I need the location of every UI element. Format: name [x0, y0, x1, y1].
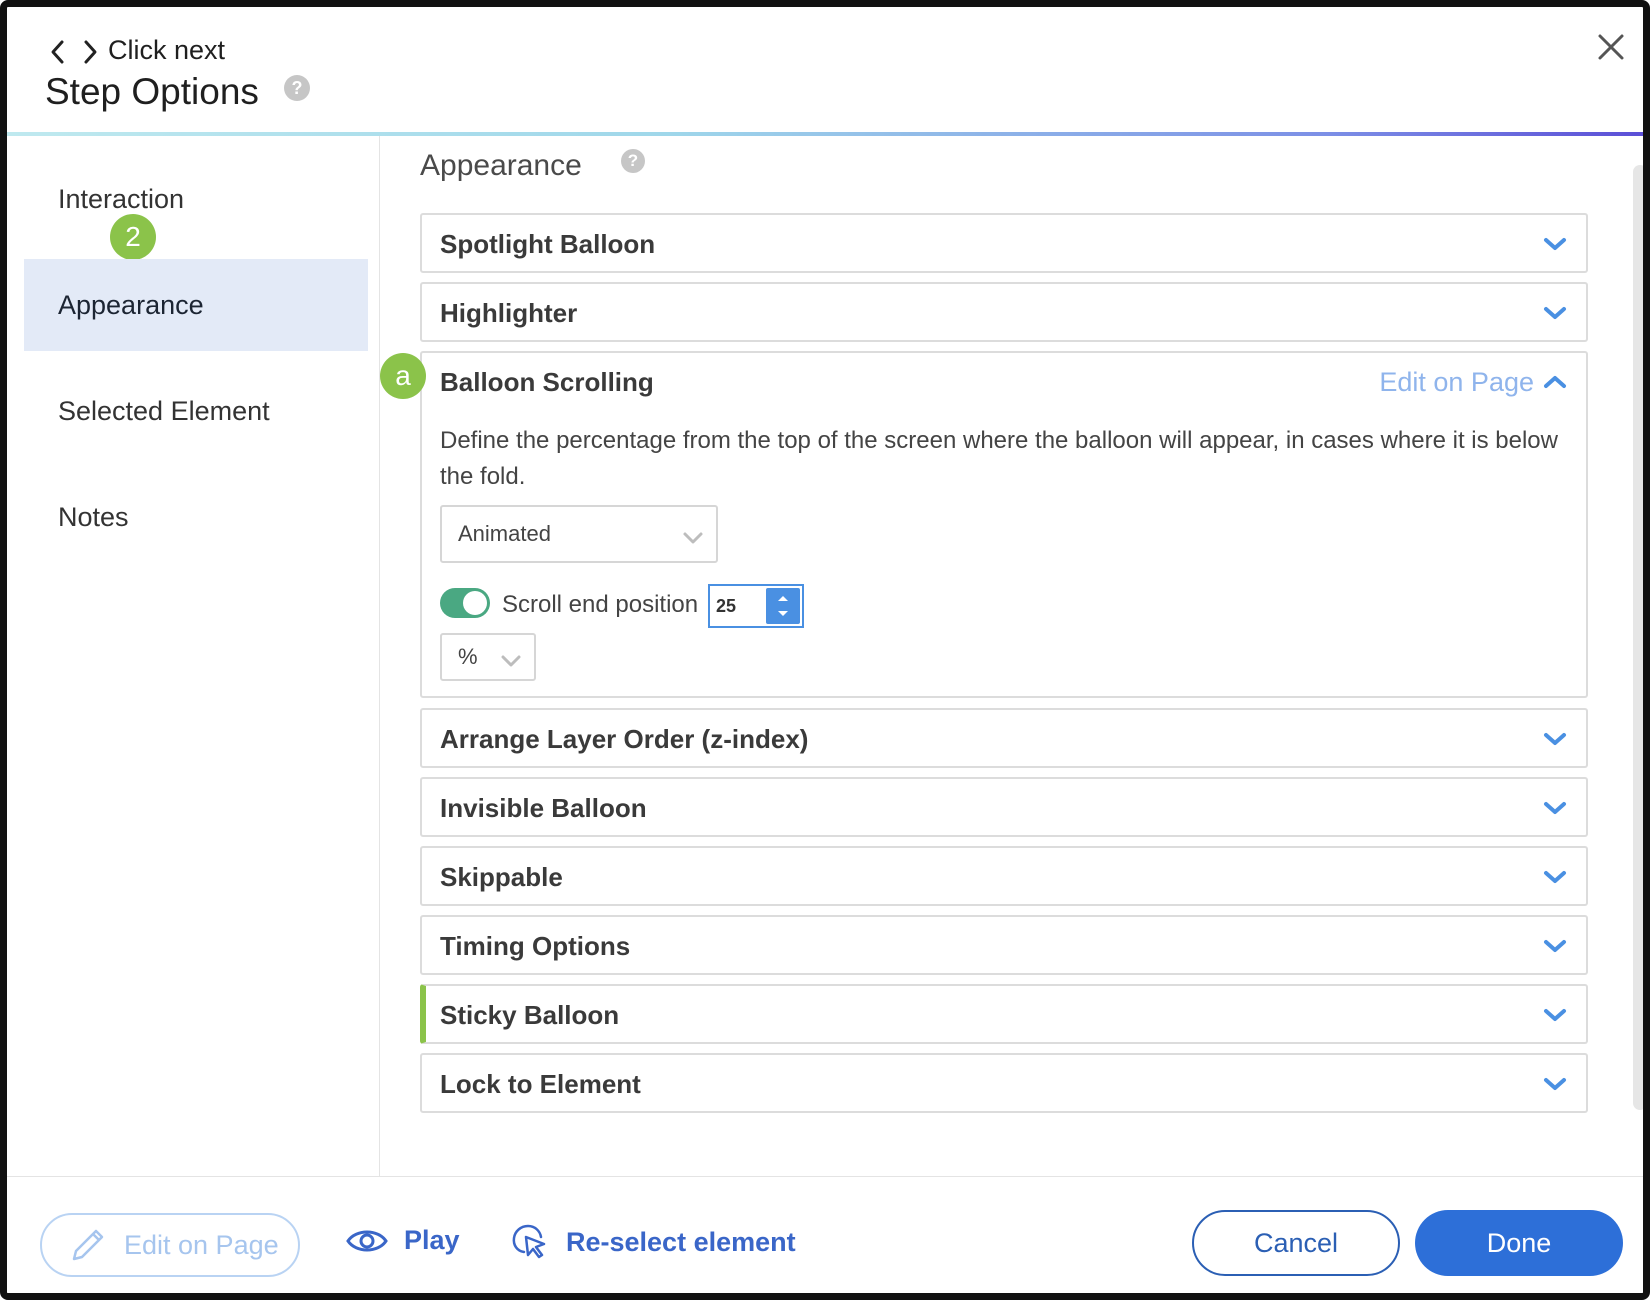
- chevron-down-icon[interactable]: [1542, 868, 1568, 886]
- scroll-end-value: 25: [716, 595, 737, 616]
- step-name: Click next: [108, 35, 226, 65]
- accordion-spotlight-balloon[interactable]: Spotlight Balloon: [420, 213, 1588, 273]
- accordion-title[interactable]: Balloon Scrolling: [440, 353, 654, 411]
- dialog-footer: Edit on Page Play Re-select element Canc…: [7, 1176, 1643, 1293]
- chevron-down-icon[interactable]: [1542, 304, 1568, 322]
- accordion-title: Sticky Balloon: [440, 999, 620, 1030]
- edit-on-page-label: Edit on Page: [124, 1229, 279, 1260]
- accordion-title: Highlighter: [440, 297, 578, 328]
- next-step-icon[interactable]: [79, 35, 101, 69]
- step-options-dialog: Click next Step Options ? Interaction 2 …: [0, 0, 1650, 1300]
- chevron-down-icon[interactable]: [1542, 937, 1568, 955]
- accordion-timing-options[interactable]: Timing Options: [420, 915, 1588, 975]
- cursor-select-icon: [512, 1224, 546, 1259]
- accordion-highlighter[interactable]: Highlighter: [420, 282, 1588, 342]
- accordion-title: Timing Options: [440, 930, 631, 961]
- accordion-arrange-layer-order[interactable]: Arrange Layer Order (z-index): [420, 708, 1588, 768]
- sidebar-item-selected-element[interactable]: Selected Element: [24, 365, 368, 457]
- accordion-sticky-balloon[interactable]: Sticky Balloon: [420, 984, 1588, 1044]
- sidebar-item-appearance[interactable]: Appearance: [24, 259, 368, 351]
- edit-on-page-button[interactable]: Edit on Page: [40, 1213, 300, 1277]
- sidebar-item-label: Appearance: [58, 289, 204, 320]
- chevron-up-icon[interactable]: [1542, 373, 1568, 391]
- chevron-down-icon[interactable]: [1542, 730, 1568, 748]
- sidebar: Interaction 2 Appearance Selected Elemen…: [7, 136, 380, 1176]
- accordion-title: Lock to Element: [440, 1068, 641, 1099]
- chevron-down-icon: [682, 526, 704, 544]
- unit-value: %: [458, 644, 478, 669]
- eye-icon: [346, 1230, 388, 1251]
- scroll-end-position-input[interactable]: 25: [708, 584, 804, 628]
- number-stepper[interactable]: [766, 588, 800, 624]
- accordion-lock-to-element[interactable]: Lock to Element: [420, 1053, 1588, 1113]
- sidebar-item-notes[interactable]: Notes: [24, 471, 368, 563]
- sidebar-item-label: Interaction: [58, 183, 185, 214]
- scroll-mode-value: Animated: [458, 521, 551, 546]
- section-title: Appearance: [420, 149, 582, 182]
- page-title: Step Options: [45, 71, 259, 112]
- accordion-title: Spotlight Balloon: [440, 228, 656, 259]
- chevron-down-icon[interactable]: [1542, 235, 1568, 253]
- scroll-end-toggle[interactable]: [440, 588, 490, 618]
- cancel-button[interactable]: Cancel: [1192, 1210, 1400, 1276]
- sidebar-item-interaction[interactable]: Interaction: [24, 153, 368, 245]
- scrollbar[interactable]: [1633, 165, 1643, 1110]
- chevron-down-icon[interactable]: [1542, 1075, 1568, 1093]
- balloon-scrolling-description: Define the percentage from the top of th…: [440, 427, 1558, 490]
- step-badge: 2: [110, 214, 156, 260]
- toggle-knob: [463, 591, 487, 615]
- sidebar-item-label: Notes: [58, 501, 129, 532]
- accordion-title: Invisible Balloon: [440, 792, 647, 823]
- sidebar-item-label: Selected Element: [58, 395, 270, 426]
- help-icon[interactable]: ?: [284, 75, 310, 101]
- close-icon[interactable]: [1593, 29, 1629, 65]
- step-navigation: [47, 35, 101, 69]
- help-icon[interactable]: ?: [621, 149, 645, 173]
- chevron-down-icon[interactable]: [1542, 799, 1568, 817]
- scroll-end-label: Scroll end position: [502, 591, 699, 618]
- annotation-badge: a: [380, 353, 426, 399]
- chevron-down-icon: [500, 649, 522, 667]
- unit-select[interactable]: %: [440, 633, 536, 681]
- play-button[interactable]: Play: [346, 1225, 460, 1256]
- done-button[interactable]: Done: [1415, 1210, 1623, 1276]
- accordion-balloon-scrolling: Balloon Scrolling Edit on Page Define th…: [420, 351, 1588, 698]
- accordion-skippable[interactable]: Skippable: [420, 846, 1588, 906]
- play-label: Play: [404, 1225, 460, 1255]
- reselect-element-button[interactable]: Re-select element: [510, 1222, 796, 1262]
- accordion-title: Skippable: [440, 861, 563, 892]
- pencil-icon: [72, 1229, 104, 1261]
- scroll-mode-select[interactable]: Animated: [440, 505, 718, 563]
- previous-step-icon[interactable]: [47, 35, 69, 69]
- accordion-invisible-balloon[interactable]: Invisible Balloon: [420, 777, 1588, 837]
- accordion-title: Arrange Layer Order (z-index): [440, 723, 809, 754]
- edit-on-page-link[interactable]: Edit on Page: [1379, 367, 1534, 398]
- chevron-down-icon[interactable]: [1542, 1006, 1568, 1024]
- reselect-label: Re-select element: [566, 1226, 796, 1257]
